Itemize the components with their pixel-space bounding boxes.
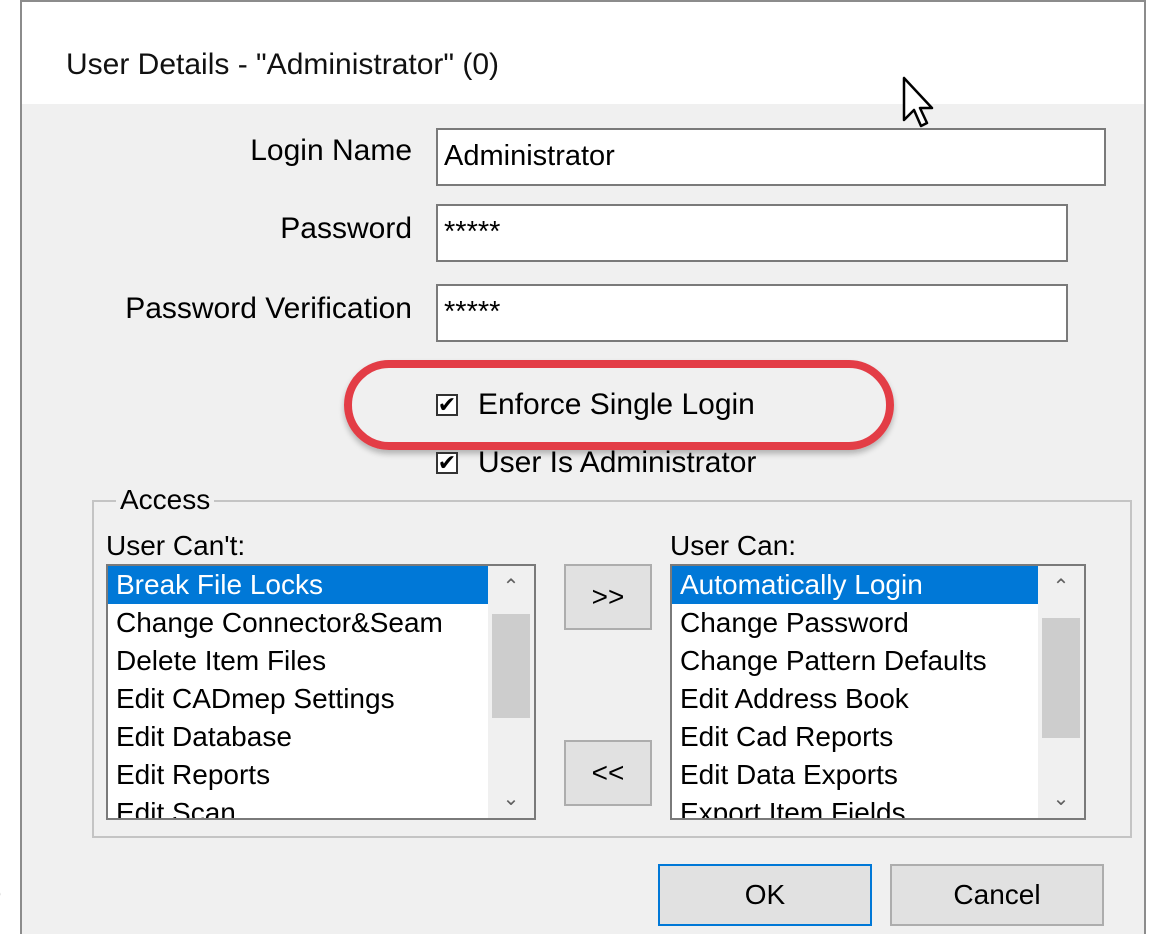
scroll-up-icon[interactable]: ⌃ xyxy=(488,566,534,606)
move-to-cant-button[interactable]: << xyxy=(564,740,652,806)
list-item[interactable]: Edit Cad Reports xyxy=(672,718,1038,756)
list-item[interactable]: Export Item Fields xyxy=(672,794,1038,818)
title-bar: User Details - "Administrator" (0) xyxy=(22,0,1144,104)
list-item[interactable]: Delete Item Files xyxy=(108,642,488,680)
user-cant-header: User Can't: xyxy=(106,530,246,561)
enforce-single-login-label: Enforce Single Login xyxy=(478,388,755,421)
list-item[interactable]: Edit Reports xyxy=(108,756,488,794)
login-name-label: Login Name xyxy=(250,134,412,167)
password-verification-label: Password Verification xyxy=(125,292,412,325)
list-item[interactable]: Edit Data Exports xyxy=(672,756,1038,794)
list-item[interactable]: Change Password xyxy=(672,604,1038,642)
user-is-administrator-checkbox[interactable]: ✔ User Is Administrator xyxy=(436,446,756,480)
checkmark-icon: ✔ xyxy=(436,450,458,475)
list-item[interactable]: Change Pattern Defaults xyxy=(672,642,1038,680)
scroll-down-icon[interactable]: ⌄ xyxy=(1038,778,1084,818)
list-item[interactable]: Break File Locks xyxy=(108,566,488,604)
scroll-thumb[interactable] xyxy=(1042,618,1080,738)
move-to-can-button[interactable]: >> xyxy=(564,564,652,630)
list-item[interactable]: Edit CADmep Settings xyxy=(108,680,488,718)
user-can-scrollbar[interactable]: ⌃ ⌄ xyxy=(1038,566,1084,818)
list-item[interactable]: Edit Scan... xyxy=(108,794,488,818)
password-input[interactable]: ***** xyxy=(436,204,1068,262)
list-item[interactable]: Edit Address Book xyxy=(672,680,1038,718)
user-can-header: User Can: xyxy=(670,530,797,561)
user-is-administrator-label: User Is Administrator xyxy=(478,446,757,479)
scroll-down-icon[interactable]: ⌄ xyxy=(488,778,534,818)
scroll-up-icon[interactable]: ⌃ xyxy=(1038,566,1084,606)
scroll-thumb[interactable] xyxy=(492,614,530,718)
password-verification-input[interactable]: ***** xyxy=(436,284,1068,342)
enforce-single-login-checkbox[interactable]: ✔ Enforce Single Login xyxy=(436,388,755,422)
list-item[interactable]: Change Connector&Seam xyxy=(108,604,488,642)
access-group-label: Access xyxy=(116,484,215,516)
dialog-title: User Details - "Administrator" (0) xyxy=(66,48,500,81)
user-can-listbox[interactable]: Automatically Login Change Password Change… xyxy=(670,564,1086,820)
cancel-button[interactable]: Cancel xyxy=(890,864,1104,926)
list-item[interactable]: Automatically Login xyxy=(672,566,1038,604)
user-cant-scrollbar[interactable]: ⌃ ⌄ xyxy=(488,566,534,818)
background-text-fragment: ) xyxy=(0,876,2,910)
password-label: Password xyxy=(280,212,412,245)
login-name-input[interactable]: Administrator xyxy=(436,128,1106,186)
checkmark-icon: ✔ xyxy=(436,392,458,417)
user-cant-listbox[interactable]: Break File Locks Change Connector&Seam Del… xyxy=(106,564,536,820)
mouse-cursor-icon xyxy=(902,76,934,128)
user-details-dialog: User Details - "Administrator" (0) Login… xyxy=(20,0,1146,934)
ok-button[interactable]: OK xyxy=(658,864,872,926)
list-item[interactable]: Edit Database xyxy=(108,718,488,756)
